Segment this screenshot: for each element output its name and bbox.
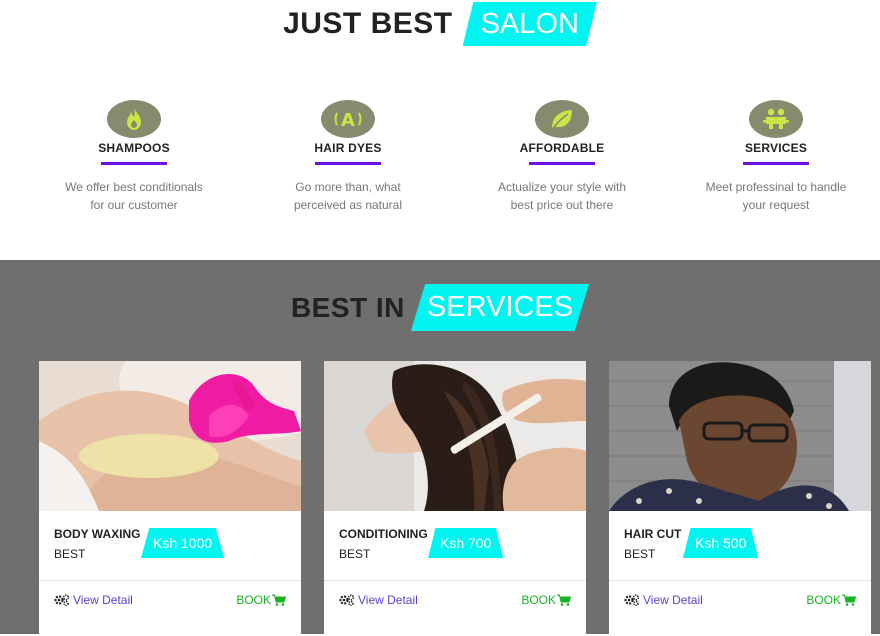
cart-icon [842,594,856,606]
card-footer: View Detail BOOK [324,581,586,635]
view-detail-label: View Detail [643,593,703,607]
view-detail-label: View Detail [358,593,418,607]
cogs-icon [624,594,640,606]
feature-text-line: We offer best conditionals [65,180,203,194]
feature-title: AFFORDABLE [519,141,605,155]
feature-list: SHAMPOOS We offer best conditionals for … [27,100,880,214]
leaf-icon [535,100,589,138]
cart-icon [557,594,571,606]
service-image[interactable] [39,361,301,511]
book-button[interactable]: BOOK [236,593,286,607]
feature-title: SHAMPOOS [98,141,170,155]
book-label: BOOK [806,593,841,607]
service-name: CONDITIONING [339,527,428,541]
service-tag: BEST [54,547,86,561]
card-footer: View Detail BOOK [39,581,301,635]
services-section: BEST IN SERVICES BODY WAXING BEST Ksh 10… [0,260,880,636]
service-name: BODY WAXING [54,527,141,541]
feature-title: HAIR DYES [314,141,382,155]
feature-text-line: perceived as natural [293,198,403,212]
service-image[interactable] [324,361,586,511]
feature-services: SERVICES Meet professinal to handle your… [669,100,880,214]
card-body: BODY WAXING BEST Ksh 1000 [39,511,301,581]
feature-text-line: Go more than, what [295,180,401,194]
feature-text-line: Meet professinal to handle [705,180,847,194]
services-heading: BEST IN SERVICES [0,284,880,331]
view-detail-label: View Detail [73,593,133,607]
feature-text-line: best price out there [510,198,614,212]
feature-underline [529,162,595,165]
service-card-conditioning: CONDITIONING BEST Ksh 700 View Detail BO… [324,361,586,636]
service-tag: BEST [339,547,371,561]
cogs-icon [339,594,355,606]
hero-heading: JUST BEST SALON [0,2,880,46]
feature-text-line: your request [742,198,810,212]
service-tag: BEST [624,547,656,561]
services-title-tag: SERVICES [410,284,590,331]
flame-icon [107,100,161,138]
card-body: CONDITIONING BEST Ksh 700 [324,511,586,581]
services-title-dark: BEST IN [290,291,405,323]
view-detail-link[interactable]: View Detail [339,593,418,607]
feature-underline [315,162,381,165]
feature-shampoos: SHAMPOOS We offer best conditionals for … [27,100,241,214]
book-label: BOOK [521,593,556,607]
feature-affordable: AFFORDABLE Actualize your style with bes… [455,100,669,214]
feature-description: Actualize your style with best price out… [455,178,669,214]
feature-title: SERVICES [744,141,808,155]
feature-description: Go more than, what perceived as natural [241,178,455,214]
service-card-hair-cut: HAIR CUT BEST Ksh 500 View Detail BOOK [609,361,871,636]
feature-description: Meet professinal to handle your request [669,178,880,214]
view-detail-link[interactable]: View Detail [54,593,133,607]
cogs-icon [54,594,70,606]
view-detail-link[interactable]: View Detail [624,593,703,607]
users-icon [749,100,803,138]
feature-description: We offer best conditionals for our custo… [27,178,241,214]
hero-title-tag: SALON [462,2,597,46]
font-icon: A [321,100,375,138]
service-card-body-waxing: BODY WAXING BEST Ksh 1000 View Detail BO… [39,361,301,636]
service-name: HAIR CUT [624,527,682,541]
svg-text:A: A [341,110,355,131]
features-section: JUST BEST SALON SHAMPOOS We offer best c… [0,0,880,260]
card-body: HAIR CUT BEST Ksh 500 [609,511,871,581]
feature-text-line: Actualize your style with [497,180,627,194]
price-badge: Ksh 1000 [141,528,225,558]
feature-underline [101,162,167,165]
feature-underline [743,162,809,165]
hero-title-dark: JUST BEST [283,7,453,40]
feature-hair-dyes: A HAIR DYES Go more than, what perceived… [241,100,455,214]
card-footer: View Detail BOOK [609,581,871,635]
book-button[interactable]: BOOK [521,593,571,607]
cart-icon [272,594,286,606]
service-image[interactable] [609,361,871,511]
book-button[interactable]: BOOK [806,593,856,607]
price-badge: Ksh 700 [428,528,504,558]
book-label: BOOK [236,593,271,607]
price-badge: Ksh 500 [683,528,759,558]
feature-text-line: for our customer [90,198,178,212]
